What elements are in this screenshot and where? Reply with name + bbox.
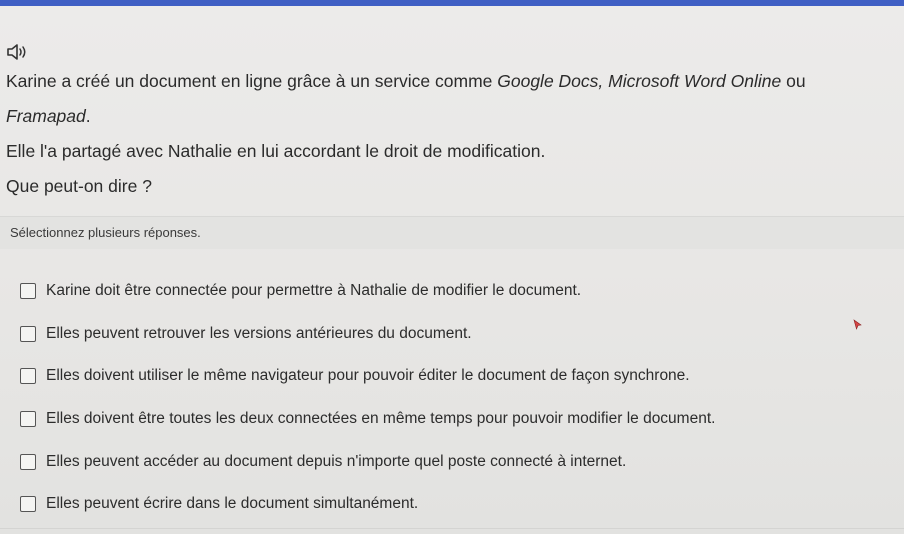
question-text: Karine a créé un document en ligne grâce…: [6, 64, 896, 204]
answer-options: Karine doit être connectée pour permettr…: [20, 270, 880, 526]
exercise-page: Karine a créé un document en ligne grâce…: [0, 6, 904, 534]
checkbox[interactable]: [20, 368, 36, 385]
option-3[interactable]: Elles doivent utiliser le même navigateu…: [20, 355, 880, 398]
instructions-bar: Sélectionnez plusieurs réponses.: [0, 216, 904, 249]
mouse-cursor-icon: [853, 318, 863, 330]
question-line-2: Framapad.: [6, 106, 91, 126]
option-1[interactable]: Karine doit être connectée pour permettr…: [20, 270, 880, 313]
option-4[interactable]: Elles doivent être toutes les deux conne…: [20, 398, 880, 441]
question-line-3: Elle l'a partagé avec Nathalie en lui ac…: [6, 141, 546, 161]
instructions-text: Sélectionnez plusieurs réponses.: [10, 225, 201, 240]
option-label: Elles doivent utiliser le même navigateu…: [46, 367, 690, 385]
checkbox[interactable]: [20, 411, 36, 428]
question-line-1: Karine a créé un document en ligne grâce…: [6, 71, 806, 91]
checkbox[interactable]: [20, 325, 36, 342]
option-label: Elles peuvent accéder au document depuis…: [46, 452, 627, 470]
speaker-icon[interactable]: [6, 42, 28, 62]
checkbox[interactable]: [20, 453, 36, 470]
checkbox[interactable]: [20, 283, 36, 300]
checkbox[interactable]: [20, 496, 36, 513]
option-2[interactable]: Elles peuvent retrouver les versions ant…: [20, 313, 880, 356]
option-6[interactable]: Elles peuvent écrire dans le document si…: [20, 483, 880, 526]
option-label: Elles peuvent écrire dans le document si…: [46, 495, 419, 513]
option-5[interactable]: Elles peuvent accéder au document depuis…: [20, 440, 880, 483]
divider: [0, 528, 904, 529]
option-label: Elles doivent être toutes les deux conne…: [46, 410, 716, 428]
option-label: Karine doit être connectée pour permettr…: [46, 282, 582, 300]
option-label: Elles peuvent retrouver les versions ant…: [46, 324, 472, 342]
question-line-4: Que peut-on dire ?: [6, 176, 152, 196]
